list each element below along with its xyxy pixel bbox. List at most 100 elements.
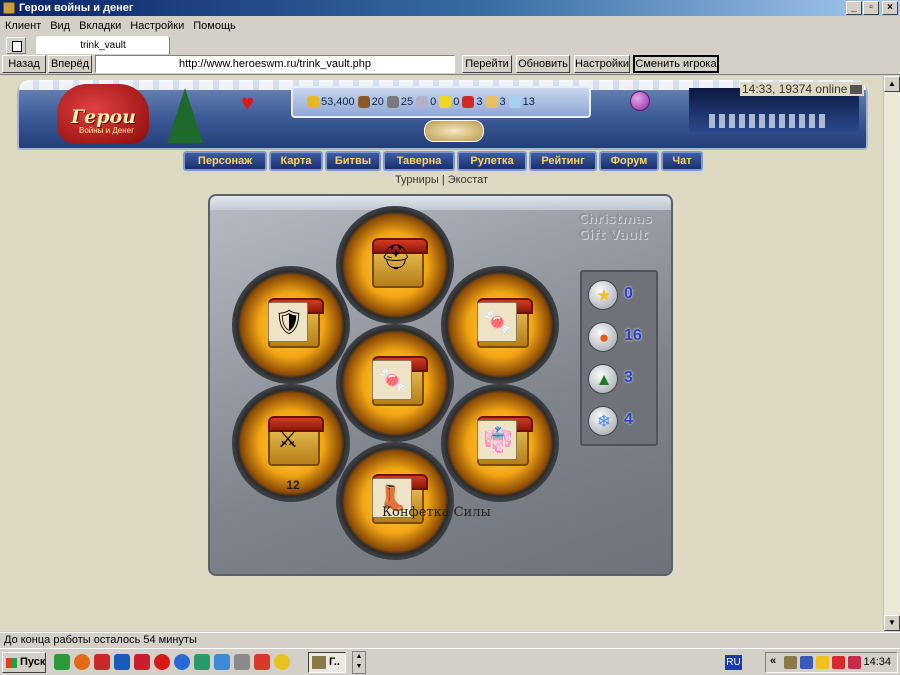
minimize-button[interactable]: _: [846, 1, 862, 15]
close-button[interactable]: ×: [882, 1, 898, 15]
navigation-bar: Назад Вперёд http://www.heroeswm.ru/trin…: [0, 55, 900, 75]
menu-help[interactable]: Помощь: [193, 20, 236, 32]
quicklaunch-icon[interactable]: [134, 654, 150, 670]
mercury-icon: [416, 96, 429, 109]
snowflake-icon: ❄: [588, 406, 618, 436]
vault-slot-candy-center[interactable]: 🍬: [336, 324, 454, 442]
settings-button[interactable]: Настройки: [574, 55, 630, 73]
quicklaunch-icon[interactable]: [174, 654, 190, 670]
taskbar: Пуск Г.. ▲ ▼ RU « 14:34: [0, 648, 900, 675]
helmet-icon: ⛑: [380, 244, 412, 271]
quicklaunch-icon[interactable]: [94, 654, 110, 670]
nav-map[interactable]: Карта: [269, 151, 323, 171]
tray-icon[interactable]: [832, 656, 845, 669]
forward-button[interactable]: Вперёд: [48, 55, 92, 73]
new-tab-icon[interactable]: [6, 37, 26, 54]
gold-resource: 53,400: [307, 96, 355, 109]
ornament-decoration: [424, 120, 484, 142]
ecostat-link[interactable]: Экостат: [448, 174, 488, 186]
shield-icon[interactable]: [848, 656, 861, 669]
language-indicator[interactable]: RU: [725, 655, 742, 670]
quicklaunch-icon[interactable]: [214, 654, 230, 670]
menu-view[interactable]: Вид: [50, 20, 70, 32]
nav-rating[interactable]: Рейтинг: [529, 151, 597, 171]
gems-icon: [485, 96, 498, 109]
nav-tavern[interactable]: Таверна: [383, 151, 455, 171]
vault-title: Christmas Gift Vault: [578, 212, 652, 243]
start-button[interactable]: Пуск: [2, 652, 46, 673]
logo-subtext: Войны и Денег: [79, 126, 134, 135]
wood-resource: 20: [357, 96, 384, 109]
vertical-scrollbar[interactable]: ▲ ▼: [883, 76, 900, 631]
nav-forum[interactable]: Форум: [599, 151, 659, 171]
online-counter: 14:33, 19374 online: [740, 82, 865, 96]
robe-icon: 👘: [477, 420, 517, 460]
firefox-icon[interactable]: [74, 654, 90, 670]
vault-slot-robe[interactable]: 👘: [441, 384, 559, 502]
menu-tabs[interactable]: Вкладки: [79, 20, 121, 32]
quicklaunch-icon[interactable]: [114, 654, 130, 670]
go-button[interactable]: Перейти: [462, 55, 512, 73]
tournaments-link[interactable]: Турниры: [395, 174, 439, 186]
christmas-tree-icon: [167, 88, 203, 143]
page-content: Герои Войны и Денег ♥ 53,400 20 25 0 0 3…: [0, 76, 883, 631]
candy-icon: 🍬: [372, 360, 412, 400]
quicklaunch-icon[interactable]: [54, 654, 70, 670]
address-input[interactable]: http://www.heroeswm.ru/trink_vault.php: [95, 55, 455, 73]
logo-text: Герои: [71, 106, 136, 128]
menu-settings[interactable]: Настройки: [130, 20, 184, 32]
vault-slot-candy[interactable]: 🍬: [441, 266, 559, 384]
mercury-resource: 0: [416, 96, 436, 109]
ore-resource: 25: [386, 96, 413, 109]
scroll-up-icon[interactable]: ▲: [884, 76, 900, 92]
nav-character[interactable]: Персонаж: [183, 151, 267, 171]
switch-player-button[interactable]: Сменить игрока: [633, 55, 719, 73]
tray-expand-icon[interactable]: «: [770, 655, 776, 667]
crystal-resource: 3: [462, 96, 483, 109]
nav-roulette[interactable]: Рулетка: [457, 151, 527, 171]
vault-slot-swords[interactable]: ⚔ 12: [232, 384, 350, 502]
vault-slot-armor[interactable]: 🛡: [232, 266, 350, 384]
menu-bar: Клиент Вид Вкладки Настройки Помощь: [0, 17, 236, 34]
online-icon[interactable]: [850, 85, 863, 95]
item-tooltip: Конфетка Силы: [382, 505, 491, 520]
tray-icon[interactable]: [800, 656, 813, 669]
sub-navigation: Турниры | Экостат: [0, 174, 883, 186]
potion-icon[interactable]: [630, 91, 650, 111]
heart-icon[interactable]: ♥: [241, 90, 254, 116]
frost-decoration: [210, 196, 671, 210]
tab-trink-vault[interactable]: trink_vault: [36, 36, 170, 55]
opera-icon[interactable]: [154, 654, 170, 670]
star-counter: ★ 0: [586, 278, 658, 312]
quicklaunch-icon[interactable]: [254, 654, 270, 670]
nav-battles[interactable]: Битвы: [325, 151, 381, 171]
crystal-icon: [462, 96, 475, 109]
warning-icon[interactable]: [816, 656, 829, 669]
tree-icon: ▲: [588, 364, 618, 394]
sulfur-icon: [439, 96, 452, 109]
quicklaunch-icon[interactable]: [194, 654, 210, 670]
snowflake-counter: ❄ 4: [586, 404, 658, 438]
chrome-icon[interactable]: [274, 654, 290, 670]
gift-vault-panel: Christmas Gift Vault ★ 0 ● 16 ▲ 3 ❄ 4 ⛑ …: [208, 194, 673, 576]
taskbar-window-button[interactable]: Г..: [308, 652, 346, 673]
refresh-button[interactable]: Обновить: [516, 55, 570, 73]
maximize-button[interactable]: ▫: [863, 1, 879, 15]
clock: 14:34: [863, 656, 891, 668]
swords-count: 12: [286, 478, 300, 492]
tray-icon[interactable]: [784, 656, 797, 669]
subnav-separator: |: [441, 174, 445, 186]
lantern-icon: ●: [588, 322, 618, 352]
quicklaunch-icon[interactable]: [234, 654, 250, 670]
armor-icon: 🛡: [268, 302, 308, 342]
vault-slot-helmet[interactable]: ⛑: [336, 206, 454, 324]
taskbar-scroll[interactable]: ▲ ▼: [352, 651, 366, 674]
vault-slot-boots[interactable]: 👢: [336, 442, 454, 560]
gold-icon: [307, 96, 319, 109]
menu-client[interactable]: Клиент: [5, 20, 41, 32]
back-button[interactable]: Назад: [2, 55, 46, 73]
lantern-counter: ● 16: [586, 320, 658, 354]
nav-chat[interactable]: Чат: [661, 151, 703, 171]
resources-bar: 53,400 20 25 0 0 3 3 13: [291, 86, 591, 118]
scroll-down-icon[interactable]: ▼: [884, 615, 900, 631]
